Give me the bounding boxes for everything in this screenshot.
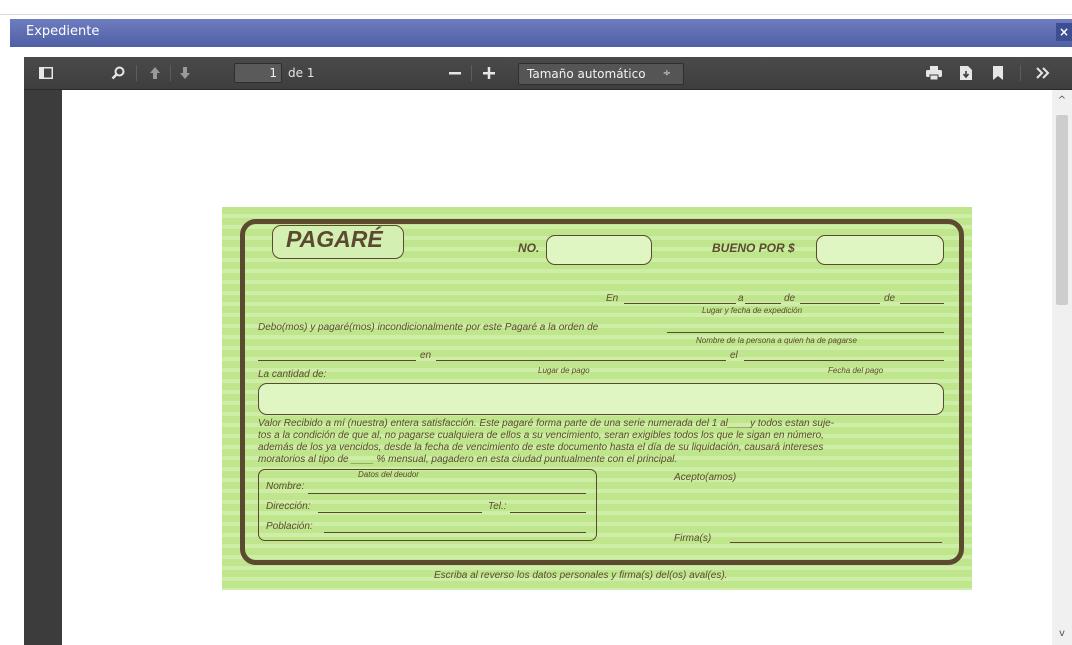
nombre-persona-caption: Nombre de la persona a quien ha de pagar…: [696, 336, 857, 345]
en-label-2: en: [420, 350, 432, 361]
nombre-line: [308, 493, 586, 494]
toolbar-separator: [170, 65, 171, 81]
cantidad-label: La cantidad de:: [258, 369, 327, 380]
expediente-dialog: Expediente × 1 de 1 Tamaño automático ÷ …: [10, 19, 1072, 645]
pdf-page: PAGARÉ NO. BUENO POR $ En a de de Lugar …: [62, 90, 1052, 645]
pdf-viewer: 1 de 1 Tamaño automático ÷ PAGARÉ NO. BU…: [24, 57, 1072, 645]
el-label: el: [730, 350, 738, 361]
vertical-scrollbar[interactable]: ^ v: [1052, 90, 1072, 645]
cantidad-field: [258, 383, 944, 415]
debo-text: Debo(mos) y pagaré(mos) incondicionalmen…: [258, 322, 599, 333]
pagare-title: PAGARÉ: [286, 226, 383, 252]
bueno-por-label: BUENO POR $: [712, 241, 795, 255]
pagare-form: PAGARÉ NO. BUENO POR $ En a de de Lugar …: [222, 207, 972, 590]
toolbar-separator: [471, 65, 472, 81]
datos-deudor-caption: Datos del deudor: [358, 470, 419, 479]
lugar-pago-line: [436, 360, 726, 361]
fecha-pago-line: [744, 360, 944, 361]
page-number-input[interactable]: 1: [234, 63, 282, 83]
close-icon[interactable]: ×: [1056, 23, 1072, 41]
page-count-label: de 1: [288, 66, 315, 80]
tools-menu-icon[interactable]: [1030, 57, 1056, 89]
clause-line-1: Valor Recibido a mí (nuestra) entera sat…: [258, 418, 835, 429]
poblacion-line: [324, 532, 586, 533]
toolbar-separator: [1020, 65, 1021, 81]
print-icon[interactable]: [922, 57, 946, 89]
line: [258, 360, 416, 361]
firma-label: Firma(s): [674, 533, 712, 544]
search-icon[interactable]: [106, 57, 130, 89]
place-line: [624, 303, 736, 304]
clause-line-4: moratorios al tipo de ____ % mensual, pa…: [258, 454, 678, 465]
dialog-title: Expediente: [26, 24, 100, 39]
clause-line-2: tos a la condición de que al, no pagarse…: [258, 430, 824, 441]
no-field: [546, 235, 652, 265]
download-icon[interactable]: [954, 57, 978, 89]
previous-page-icon[interactable]: [144, 57, 166, 89]
acepto-label: Acepto(amos): [674, 472, 737, 483]
toolbar-separator: [136, 65, 137, 81]
scroll-thumb[interactable]: [1056, 115, 1068, 305]
a-label: a: [738, 293, 744, 304]
amount-field: [816, 235, 944, 265]
direccion-label: Dirección:: [266, 501, 311, 512]
next-page-icon[interactable]: [174, 57, 196, 89]
zoom-select-value: Tamaño automático: [527, 67, 646, 81]
scroll-down-icon[interactable]: v: [1052, 627, 1072, 641]
direccion-line: [318, 512, 482, 513]
scroll-up-icon[interactable]: ^: [1052, 94, 1072, 108]
sidebar-toggle-icon[interactable]: [34, 57, 58, 89]
bookmark-icon[interactable]: [986, 57, 1010, 89]
top-strip: [0, 0, 1072, 15]
clause-line-3: además de los ya vencidos, desde la fech…: [258, 442, 824, 453]
document-viewport: PAGARÉ NO. BUENO POR $ En a de de Lugar …: [24, 90, 1072, 645]
tel-label: Tel.:: [488, 501, 507, 512]
zoom-out-icon[interactable]: [444, 57, 466, 89]
lugar-fecha-caption: Lugar y fecha de expedición: [702, 306, 803, 315]
en-label: En: [606, 293, 619, 304]
lugar-pago-caption: Lugar de pago: [538, 366, 590, 375]
zoom-select[interactable]: Tamaño automático ÷: [518, 63, 684, 85]
nombre-label: Nombre:: [266, 481, 305, 492]
month-line: [800, 303, 880, 304]
de-label-2: de: [884, 293, 896, 304]
chevron-down-icon: ÷: [662, 68, 671, 79]
poblacion-label: Población:: [266, 521, 313, 532]
day-line: [745, 303, 781, 304]
payee-line: [667, 332, 944, 333]
footer-note: Escriba al reverso los datos personales …: [434, 570, 728, 581]
dialog-titlebar[interactable]: Expediente ×: [10, 19, 1072, 47]
firma-line: [730, 542, 942, 543]
fecha-pago-caption: Fecha del pago: [828, 366, 884, 375]
pdf-toolbar: 1 de 1 Tamaño automático ÷: [24, 57, 1072, 90]
tel-line: [510, 512, 586, 513]
year-line: [900, 303, 944, 304]
de-label: de: [784, 293, 796, 304]
no-label: NO.: [518, 241, 540, 255]
zoom-in-icon[interactable]: [478, 57, 500, 89]
